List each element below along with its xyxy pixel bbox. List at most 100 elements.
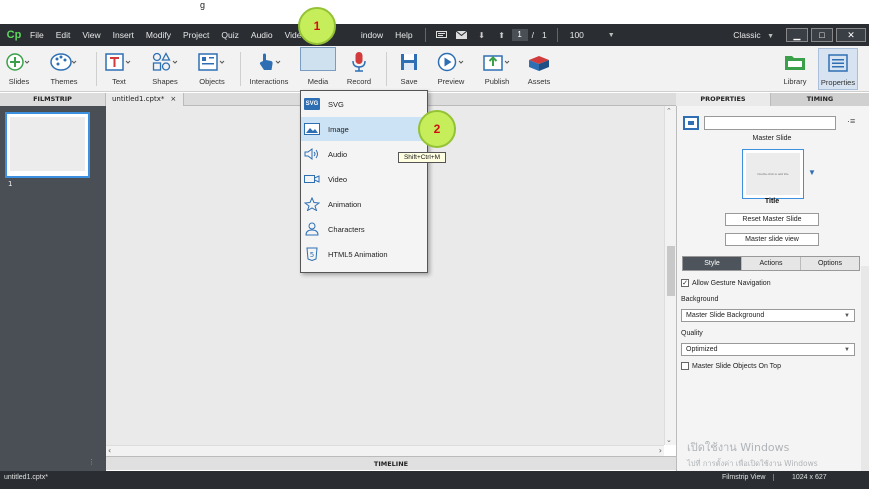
menu-item-label: Characters — [328, 224, 365, 234]
menu-item-label: Animation — [328, 199, 362, 209]
themes-label: Themes — [50, 77, 78, 86]
workspace-switcher[interactable]: Classic ▼ — [733, 30, 786, 40]
media-menu-item-svg[interactable]: SVG SVG — [301, 92, 427, 116]
top-fragment-text: g — [200, 0, 206, 10]
subtab-options[interactable]: Options — [801, 257, 859, 270]
save-button[interactable]: Save — [394, 50, 424, 90]
master-objects-on-top-checkbox[interactable]: Master Slide Objects On Top — [681, 362, 781, 370]
status-bar: untitled1.cptx* Filmstrip View 1024 x 62… — [0, 471, 869, 489]
media-menu-item-characters[interactable]: Characters — [301, 217, 427, 241]
objects-button[interactable]: Objects — [195, 50, 229, 90]
timing-tab[interactable]: TIMING — [771, 93, 869, 106]
menu-view[interactable]: View — [76, 30, 106, 40]
master-title-label: Title — [764, 198, 780, 205]
watermark-line-2: ไปที่ การตั้งค่า เพื่อเปิดใช้งาน Windows — [687, 459, 818, 468]
properties-tab[interactable]: PROPERTIES — [676, 93, 771, 106]
menu-quiz[interactable]: Quiz — [215, 30, 244, 40]
menu-item-label: Image — [328, 124, 349, 134]
background-value: Master Slide Background — [686, 312, 765, 319]
scroll-right-icon[interactable]: › — [659, 446, 662, 455]
toolbar-divider — [96, 52, 97, 86]
library-button[interactable]: Library — [780, 50, 810, 90]
menu-audio[interactable]: Audio — [245, 30, 279, 40]
object-color-swatch[interactable] — [683, 116, 699, 130]
menu-help[interactable]: Help — [389, 30, 418, 40]
tab-bar-background — [184, 93, 676, 106]
shortcut-tooltip: Shift+Ctrl+M — [398, 152, 446, 163]
maximize-button[interactable]: □ — [811, 28, 833, 42]
canvas-horizontal-scrollbar[interactable]: ‹ › — [106, 445, 664, 456]
reset-master-slide-button[interactable]: Reset Master Slide — [725, 213, 819, 226]
preview-button[interactable]: Preview — [434, 50, 468, 90]
main-toolbar: Slides Themes Text Shapes Objects Intera… — [0, 46, 869, 92]
timeline-header[interactable]: TIMELINE — [106, 456, 676, 470]
mail-icon[interactable] — [456, 30, 468, 40]
interactions-label: Interactions — [249, 77, 289, 86]
minimize-button[interactable]: ▁ — [786, 28, 808, 42]
master-slide-view-button[interactable]: Master slide view — [725, 233, 819, 246]
current-page-field[interactable]: 1 — [511, 29, 528, 41]
media-menu-item-animation[interactable]: Animation — [301, 192, 427, 216]
background-select[interactable]: Master Slide Background ▼ — [681, 309, 855, 322]
text-button[interactable]: Text — [104, 50, 134, 90]
menu-insert[interactable]: Insert — [107, 30, 140, 40]
master-slide-hint: Double-click to add title — [757, 172, 789, 176]
properties-button[interactable]: Properties — [818, 48, 858, 90]
arrow-up-icon[interactable]: ⬆ — [496, 30, 508, 40]
media-menu-item-html5-animation[interactable]: 5 HTML5 Animation — [301, 242, 427, 266]
close-button[interactable]: ✕ — [836, 28, 866, 42]
properties-scrollbar[interactable] — [861, 266, 869, 471]
arrow-down-icon[interactable]: ⬇ — [476, 30, 488, 40]
svg-text:5: 5 — [310, 251, 314, 259]
object-name-input[interactable] — [704, 116, 836, 130]
captivate-logo: Cp — [6, 29, 22, 41]
master-slide-label: Master Slide — [752, 135, 792, 142]
shapes-button[interactable]: Shapes — [148, 50, 182, 90]
quality-select[interactable]: Optimized ▼ — [681, 343, 855, 356]
document-tab[interactable]: untitled1.cptx* × — [106, 93, 184, 106]
filmstrip-resize-icon[interactable]: ⋮ — [88, 458, 95, 466]
comment-icon[interactable] — [436, 30, 448, 40]
slide-number: 1 — [8, 180, 13, 188]
microphone-icon — [352, 52, 366, 72]
menu-file[interactable]: File — [24, 30, 50, 40]
slide-thumbnail[interactable] — [5, 112, 90, 178]
assets-button[interactable]: Assets — [524, 50, 554, 90]
zoom-level[interactable]: 100 — [564, 30, 604, 40]
vertical-scroll-thumb[interactable] — [667, 246, 675, 296]
publish-button[interactable]: Publish — [480, 50, 514, 90]
media-menu-item-image[interactable]: Image — [301, 117, 427, 141]
media-menu-item-video[interactable]: Video — [301, 167, 427, 191]
add-slide-icon — [6, 53, 30, 71]
canvas-vertical-scrollbar[interactable]: ⌃ ⌄ — [664, 106, 676, 445]
play-preview-icon — [437, 52, 464, 72]
gesture-navigation-checkbox[interactable]: ✓ Allow Gesture Navigation — [681, 279, 771, 287]
master-slide-dropdown-icon[interactable]: ▼ — [808, 168, 816, 177]
properties-panel: ·≡ Master Slide Double-click to add titl… — [676, 106, 869, 471]
subtab-style[interactable]: Style — [683, 257, 742, 270]
record-button[interactable]: Record — [344, 50, 374, 90]
assets-label: Assets — [527, 77, 551, 86]
menubar-divider — [556, 28, 558, 42]
menu-project[interactable]: Project — [177, 30, 215, 40]
menu-item-label: HTML5 Animation — [328, 249, 388, 259]
subtab-actions[interactable]: Actions — [742, 257, 801, 270]
close-tab-icon[interactable]: × — [170, 95, 176, 103]
master-slide-thumbnail[interactable]: Double-click to add title — [742, 149, 804, 199]
themes-button[interactable]: Themes — [46, 50, 82, 90]
scroll-down-icon[interactable]: ⌄ — [666, 436, 672, 444]
html5-icon: 5 — [306, 247, 318, 261]
slides-button[interactable]: Slides — [4, 50, 34, 90]
filmstrip-header: FILMSTRIP — [0, 93, 106, 106]
menu-window[interactable]: indow — [339, 30, 389, 40]
scroll-left-icon[interactable]: ‹ — [108, 446, 111, 455]
zoom-dropdown-icon[interactable]: ▼ — [608, 32, 615, 39]
menu-edit[interactable]: Edit — [50, 30, 77, 40]
menu-modify[interactable]: Modify — [140, 30, 177, 40]
panel-options-icon[interactable]: ·≡ — [847, 116, 855, 126]
menu-bar: Cp File Edit View Insert Modify Project … — [0, 24, 869, 46]
menu-item-label: Video — [328, 174, 348, 184]
scroll-up-icon[interactable]: ⌃ — [666, 107, 672, 115]
save-icon — [401, 54, 417, 70]
interactions-button[interactable]: Interactions — [246, 50, 292, 90]
